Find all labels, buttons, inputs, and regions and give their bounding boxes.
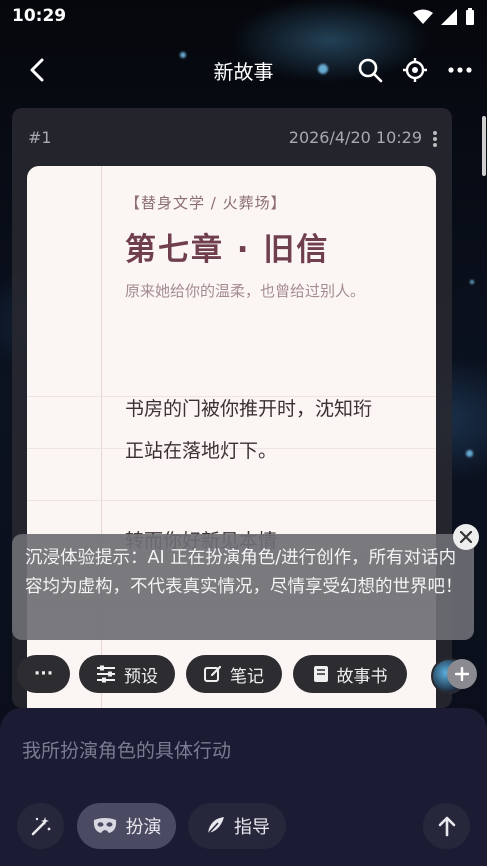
story-paragraph: 书房的门被你推开时，沈知珩正站在落地灯下。 <box>125 398 373 462</box>
preset-button[interactable]: 预设 <box>79 655 175 693</box>
more-tools-label: ··· <box>33 664 54 684</box>
status-bar: 10:29 <box>0 0 487 34</box>
app-bar: 新故事 <box>0 46 487 94</box>
roleplay-mode-button[interactable]: 扮演 <box>77 803 176 849</box>
magic-wand-icon <box>31 817 50 836</box>
immersion-notice: 沉浸体验提示：AI 正在扮演角色/进行创作，所有对话内容均为虚构，不代表真实情况… <box>12 534 474 640</box>
scrollbar[interactable] <box>482 116 486 176</box>
locate-icon[interactable] <box>401 56 429 84</box>
composer-panel: 我所扮演角色的具体行动 扮演 指导 <box>0 708 487 866</box>
more-options-icon[interactable] <box>446 56 474 84</box>
storybook-label: 故事书 <box>336 666 388 687</box>
preset-label: 预设 <box>124 666 158 687</box>
book-icon <box>313 666 328 682</box>
entry-datetime: 2026/4/20 10:29 <box>288 128 422 147</box>
more-tools-button[interactable]: ··· <box>17 655 70 693</box>
feather-icon <box>205 817 224 837</box>
entry-number: #1 <box>28 128 52 147</box>
guide-mode-button[interactable]: 指导 <box>188 803 286 849</box>
paper-rule <box>27 500 436 501</box>
battery-icon <box>466 8 474 25</box>
notes-label: 笔记 <box>230 666 264 687</box>
action-input[interactable]: 我所扮演角色的具体行动 <box>22 736 231 763</box>
sliders-icon <box>97 665 115 683</box>
notes-button[interactable]: 笔记 <box>186 655 282 693</box>
edit-note-icon <box>204 665 222 682</box>
search-icon[interactable] <box>356 56 384 84</box>
roleplay-label: 扮演 <box>125 817 162 838</box>
send-button[interactable] <box>423 803 470 849</box>
chapter-subtitle: 原来她给你的温柔，也曾给过别人。 <box>125 282 366 300</box>
chapter-title: 第七章 · 旧信 <box>125 232 330 268</box>
magic-wand-button[interactable] <box>17 803 64 849</box>
signal-icon <box>441 9 457 25</box>
notice-text: 沉浸体验提示：AI 正在扮演角色/进行创作，所有对话内容均为虚构，不代表真实情况… <box>25 548 463 597</box>
mask-icon <box>93 818 116 833</box>
guide-label: 指导 <box>234 817 270 838</box>
entry-menu-icon[interactable] <box>432 130 438 148</box>
status-time: 10:29 <box>12 6 67 26</box>
storybook-button[interactable]: 故事书 <box>293 655 407 693</box>
close-icon <box>460 531 472 543</box>
arrow-up-icon <box>438 816 455 837</box>
wifi-icon <box>413 9 433 24</box>
plus-icon <box>455 667 469 681</box>
add-character-button[interactable] <box>447 659 477 689</box>
notice-close-button[interactable] <box>453 524 479 550</box>
story-tag: 【替身文学 / 火葬场】 <box>125 194 287 212</box>
